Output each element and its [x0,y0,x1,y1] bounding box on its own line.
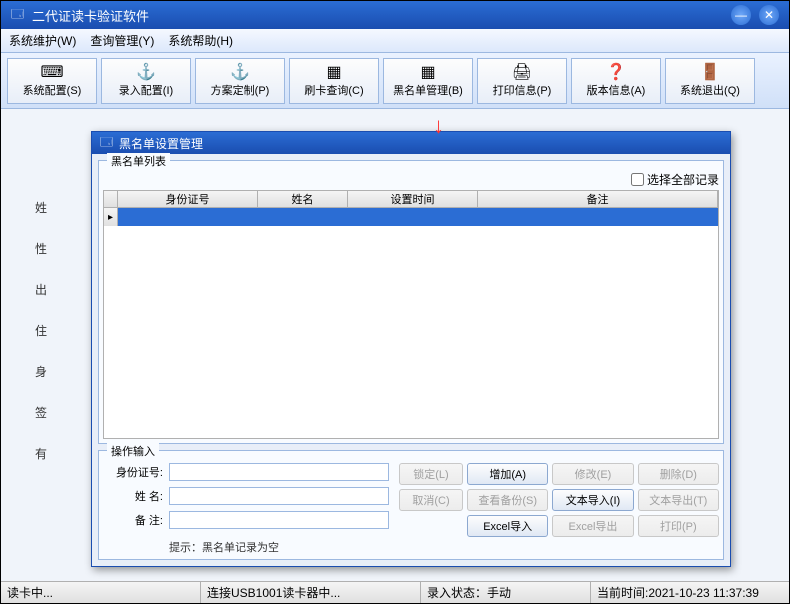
table-body[interactable]: ▸ [103,208,719,439]
toolbar-print[interactable]: 🖨打印信息(P) [477,58,567,104]
col-note[interactable]: 备注 [478,191,718,207]
col-id[interactable]: 身份证号 [118,191,258,207]
close-button[interactable]: ✕ [759,5,779,25]
statusbar: 读卡中... 连接USB1001读卡器中... 录入状态：手动 当前时间:202… [1,581,789,603]
input-name[interactable] [169,487,389,505]
col-name[interactable]: 姓名 [258,191,348,207]
input-group-title: 操作输入 [107,443,159,459]
dialog-title-text: 黑名单设置管理 [119,135,203,152]
select-all-checkbox[interactable] [631,173,644,186]
hint-text: 提示：黑名单记录为空 [169,539,389,555]
delete-button: 删除(D) [638,463,719,485]
list-group-title: 黑名单列表 [107,153,170,169]
menu-query[interactable]: 查询管理(Y) [90,32,154,49]
menubar: 系统维护(W) 查询管理(Y) 系统帮助(H) [1,29,789,53]
list-groupbox: 黑名单列表 选择全部记录 身份证号 姓名 设置时间 备注 ▸ [98,160,724,444]
grid-icon: ▦ [417,63,439,81]
window-title: 二代证读卡验证软件 [32,6,731,25]
add-button[interactable]: 增加(A) [467,463,548,485]
row-pointer-icon: ▸ [104,208,118,226]
blacklist-dialog: 🗔 黑名单设置管理 黑名单列表 选择全部记录 身份证号 姓名 设置时间 备注 [91,131,731,567]
status-connection: 连接USB1001读卡器中... [201,582,421,603]
select-all-label: 选择全部记录 [647,171,719,188]
anchor-icon: ⚓ [229,63,251,81]
lock-button: 锁定(L) [399,463,463,485]
app-icon: 🗔 [11,5,24,26]
toolbar-system-config[interactable]: ⌨系统配置(S) [7,58,97,104]
excel-import-button[interactable]: Excel导入 [467,515,548,537]
cancel-button: 取消(C) [399,489,463,511]
minimize-button[interactable]: — [731,5,751,25]
toolbar-scheme-custom[interactable]: ⚓方案定制(P) [195,58,285,104]
toolbar-exit[interactable]: 🚪系统退出(Q) [665,58,755,104]
row-handle-header [104,191,118,207]
toolbar-blacklist[interactable]: ▦黑名单管理(B) [383,58,473,104]
status-reader: 读卡中... [1,582,201,603]
workspace: 姓 性 出 住 身 签 有 🗔 黑名单设置管理 黑名单列表 选择全部记录 [1,109,789,581]
label-id: 身份证号: [103,464,163,480]
status-mode: 录入状态：手动 [421,582,591,603]
dialog-icon: 🗔 [100,133,113,154]
toolbar-input-config[interactable]: ⚓录入配置(I) [101,58,191,104]
status-time: 当前时间:2021-10-23 11:37:39 [591,582,789,603]
text-import-button[interactable]: 文本导入(I) [552,489,633,511]
view-backup-button: 查看备份(S) [467,489,548,511]
background-labels: 姓 性 出 住 身 签 有 [35,199,47,462]
label-note: 备 注: [103,512,163,528]
toolbar-card-query[interactable]: ▦刷卡查询(C) [289,58,379,104]
menu-help[interactable]: 系统帮助(H) [168,32,233,49]
print-button: 打印(P) [638,515,719,537]
toolbar: ⌨系统配置(S) ⚓录入配置(I) ⚓方案定制(P) ▦刷卡查询(C) ▦黑名单… [1,53,789,109]
col-time[interactable]: 设置时间 [348,191,478,207]
printer-icon: 🖨 [511,63,533,81]
input-groupbox: 操作输入 身份证号: 姓 名: 备 注: 提示：黑名单记录为空 [98,450,724,560]
excel-export-button: Excel导出 [552,515,633,537]
input-note[interactable] [169,511,389,529]
keyboard-icon: ⌨ [41,63,63,81]
text-export-button: 文本导出(T) [638,489,719,511]
input-id[interactable] [169,463,389,481]
label-name: 姓 名: [103,488,163,504]
help-icon: ❓ [605,63,627,81]
edit-button: 修改(E) [552,463,633,485]
dialog-titlebar[interactable]: 🗔 黑名单设置管理 [92,132,730,154]
main-titlebar: 🗔 二代证读卡验证软件 — ✕ [1,1,789,29]
table-header: 身份证号 姓名 设置时间 备注 [103,190,719,208]
menu-system[interactable]: 系统维护(W) [9,32,76,49]
anchor-icon: ⚓ [135,63,157,81]
grid-icon: ▦ [323,63,345,81]
table-row[interactable]: ▸ [104,208,718,226]
toolbar-version[interactable]: ❓版本信息(A) [571,58,661,104]
door-icon: 🚪 [699,63,721,81]
